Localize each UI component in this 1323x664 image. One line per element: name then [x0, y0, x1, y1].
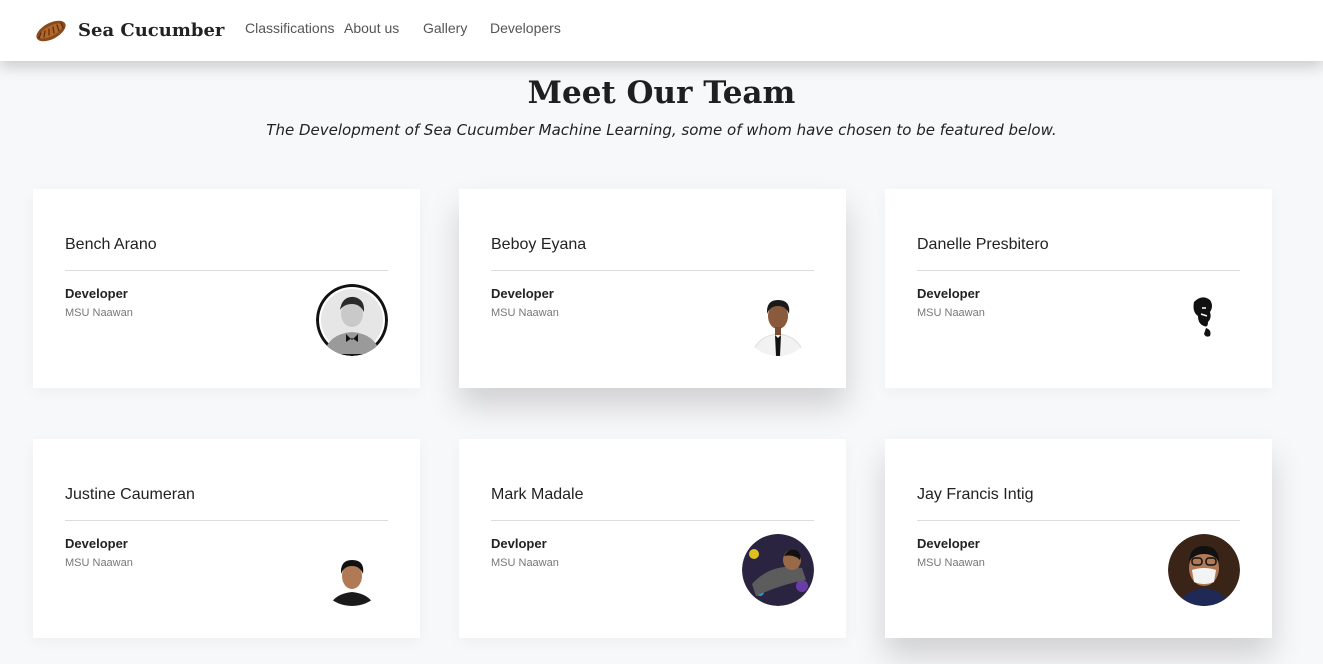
nav-link-about-us[interactable]: About us [344, 20, 399, 36]
card-divider [917, 520, 1240, 521]
page-subtitle: The Development of Sea Cucumber Machine … [266, 121, 1057, 139]
brand-link[interactable]: Sea Cucumber [34, 12, 224, 48]
member-name: Mark Madale [491, 486, 584, 503]
member-role: Devloper [491, 536, 547, 551]
member-role: Developer [917, 536, 980, 551]
avatar-photo-icon [742, 284, 814, 356]
brand-name: Sea Cucumber [78, 19, 225, 41]
avatar-photo-icon [1168, 284, 1240, 356]
member-role: Developer [917, 286, 980, 301]
card-divider [65, 270, 388, 271]
member-org: MSU Naawan [65, 557, 133, 569]
card-divider [917, 270, 1240, 271]
member-avatar [316, 534, 388, 606]
nav-link-developers[interactable]: Developers [490, 20, 561, 36]
card-divider [491, 270, 814, 271]
team-card-beboy-eyana: Beboy Eyana Developer MSU Naawan [459, 189, 846, 388]
nav-link-classifications[interactable]: Classifications [245, 20, 334, 36]
team-card-bench-arano: Bench Arano Developer MSU Naawan [33, 189, 420, 388]
nav-link-gallery[interactable]: Gallery [423, 20, 467, 36]
member-avatar [742, 534, 814, 606]
avatar-photo-icon [316, 284, 388, 356]
member-role: Developer [491, 286, 554, 301]
member-role: Developer [65, 536, 128, 551]
member-avatar [1168, 534, 1240, 606]
member-name: Beboy Eyana [491, 236, 587, 253]
sea-cucumber-logo-icon [36, 20, 66, 42]
member-org: MSU Naawan [491, 557, 559, 569]
member-name: Justine Caumeran [65, 486, 195, 503]
member-name: Jay Francis Intig [917, 486, 1034, 503]
avatar-photo-icon [742, 534, 814, 606]
avatar-photo-icon [1168, 534, 1240, 606]
team-card-mark-madale: Mark Madale Devloper MSU Naawan [459, 439, 846, 638]
avatar-photo-icon [316, 534, 388, 606]
member-org: MSU Naawan [917, 557, 985, 569]
member-avatar [742, 284, 814, 356]
member-avatar [316, 284, 388, 356]
member-org: MSU Naawan [65, 307, 133, 319]
member-name: Bench Arano [65, 236, 157, 253]
card-divider [491, 520, 814, 521]
team-card-danelle-presbitero: Danelle Presbitero Developer MSU Naawan [885, 189, 1272, 388]
team-card-jay-francis-intig: Jay Francis Intig Developer MSU Naawan [885, 439, 1272, 638]
member-name: Danelle Presbitero [917, 236, 1049, 253]
card-divider [65, 520, 388, 521]
navbar: Sea Cucumber Classifications About us Ga… [0, 0, 1323, 61]
member-org: MSU Naawan [491, 307, 559, 319]
member-role: Developer [65, 286, 128, 301]
page-title: Meet Our Team [527, 75, 796, 111]
team-card-justine-caumeran: Justine Caumeran Developer MSU Naawan [33, 439, 420, 638]
member-org: MSU Naawan [917, 307, 985, 319]
member-avatar [1168, 284, 1240, 356]
